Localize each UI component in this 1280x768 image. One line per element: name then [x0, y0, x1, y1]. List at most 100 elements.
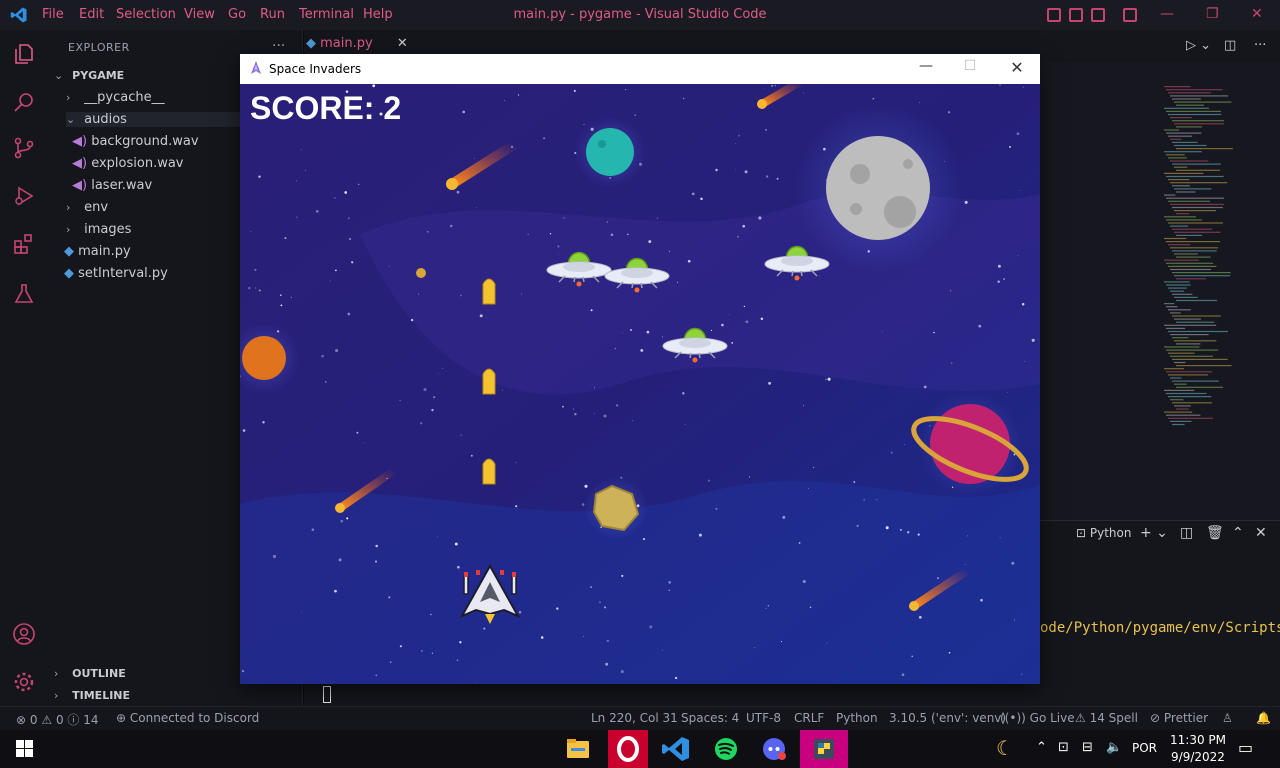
terminal-shell-selector[interactable]: ⊡ Python [1076, 526, 1132, 540]
tree-item-background-wav[interactable]: ◀) background.wav [72, 134, 199, 149]
tree-item-label: __pycache__ [84, 90, 165, 105]
star [420, 422, 423, 425]
star [749, 476, 751, 478]
network-icon[interactable]: ⊡ [1058, 740, 1069, 755]
star [1017, 254, 1019, 256]
star [610, 233, 614, 237]
kill-terminal-icon[interactable]: 🗑 [1206, 525, 1224, 541]
minimap-line [1164, 389, 1195, 391]
game-canvas[interactable] [240, 84, 1040, 684]
tree-item-setinterval-py[interactable]: ◆ setInterval.py [64, 266, 168, 281]
vscode-close-icon[interactable]: ✕ [1251, 6, 1263, 22]
run-debug-icon[interactable] [12, 184, 36, 208]
timeline-section[interactable]: › TIMELINE [54, 688, 130, 703]
keyboard-language[interactable]: POR [1132, 741, 1157, 755]
close-panel-icon[interactable]: ✕ [1255, 525, 1267, 541]
discord-status[interactable]: ⊕ Connected to Discord [116, 711, 259, 725]
vscode-minimize-icon[interactable]: — [1160, 6, 1174, 22]
star [311, 528, 315, 531]
project-folder[interactable]: ⌄ PYGAME [54, 68, 124, 83]
star [715, 168, 718, 172]
spotify-icon[interactable] [706, 730, 746, 768]
extensions-icon[interactable] [12, 232, 36, 256]
run-file-icon[interactable]: ▷ ⌄ [1186, 38, 1211, 53]
maximize-panel-icon[interactable]: ⌃ [1232, 525, 1244, 541]
python-file-icon: ◆ [64, 244, 74, 259]
tree-item-explosion-wav[interactable]: ◀) explosion.wav [72, 156, 184, 171]
spell-label: 14 Spell [1089, 711, 1138, 725]
tray-arrow-icon[interactable]: ⌃ [1036, 740, 1047, 755]
split-terminal-icon[interactable]: ◫ [1180, 525, 1193, 541]
notifications-bell-icon[interactable]: 🔔 [1256, 711, 1271, 725]
volume-icon[interactable]: 🔈 [1106, 740, 1122, 755]
minimap-line [1168, 352, 1195, 354]
pygame-close-button[interactable]: ✕ [994, 58, 1040, 80]
split-editor-icon[interactable]: ◫ [1224, 38, 1236, 53]
star [348, 237, 352, 241]
prettier-status[interactable]: ⊘ Prettier [1150, 711, 1208, 725]
tree-item-env[interactable]: › env [66, 200, 108, 215]
star [776, 177, 779, 180]
minimap-line [1170, 138, 1182, 140]
wifi-icon[interactable]: ⊟ [1082, 740, 1093, 755]
new-terminal-icon[interactable]: + ⌄ [1140, 525, 1168, 541]
spell-checker[interactable]: ⚠ 14 Spell [1075, 711, 1138, 725]
python-interpreter[interactable]: 3.10.5 ('env': venv) [889, 711, 1006, 725]
minimap-line [1174, 405, 1191, 407]
night-light-icon[interactable]: ☾ [996, 736, 1014, 760]
star [517, 94, 520, 96]
problems-indicator[interactable]: ⊗ 0 ⚠ 0 ⓘ 14 [16, 711, 99, 728]
opera-gx-icon[interactable] [608, 730, 648, 768]
tree-item-label: explosion.wav [91, 156, 184, 171]
windows-start-icon[interactable] [16, 740, 33, 757]
python-taskbar-icon[interactable] [800, 730, 848, 768]
more-actions-icon[interactable]: ··· [272, 38, 285, 54]
tree-item-images[interactable]: › images [66, 222, 131, 237]
minimap-line [1164, 216, 1196, 218]
minimap-line [1170, 95, 1229, 97]
toggle-secondary-sidebar-icon[interactable] [1091, 8, 1105, 22]
close-tab-icon[interactable]: ✕ [397, 36, 408, 51]
pygame-minimize-button[interactable]: — [903, 58, 949, 80]
explorer-icon[interactable] [12, 42, 36, 66]
outline-section[interactable]: › OUTLINE [54, 666, 126, 681]
tree-item-pycache[interactable]: › __pycache__ [66, 90, 165, 105]
chevron-right-icon: › [66, 91, 71, 104]
tree-item-main-py[interactable]: ◆ main.py [64, 244, 131, 259]
star [431, 408, 434, 412]
star [738, 134, 741, 137]
minimap[interactable] [1160, 86, 1278, 436]
clock-time[interactable]: 11:30 PM [1168, 733, 1228, 747]
toggle-sidebar-icon[interactable] [1047, 8, 1061, 22]
settings-gear-icon[interactable] [12, 670, 36, 694]
editor-more-icon[interactable]: ··· [1254, 38, 1266, 53]
notification-center-icon[interactable]: ▭ [1238, 738, 1253, 757]
vscode-restore-icon[interactable]: ❐ [1206, 6, 1219, 22]
customize-layout-icon[interactable] [1123, 8, 1137, 22]
testing-flask-icon[interactable] [12, 282, 36, 306]
tab-label: main.py [320, 36, 373, 51]
indentation[interactable]: Spaces: 4 [681, 711, 739, 725]
globe-icon: ⊕ [116, 711, 127, 725]
minimap-line [1170, 268, 1211, 271]
encoding[interactable]: UTF-8 [746, 711, 781, 725]
line-endings[interactable]: CRLF [794, 711, 824, 725]
toggle-panel-icon[interactable] [1069, 8, 1083, 22]
language-mode[interactable]: Python [836, 711, 878, 725]
tree-item-laser-wav[interactable]: ◀) laser.wav [72, 178, 152, 193]
search-icon[interactable] [12, 90, 36, 114]
star [980, 598, 983, 602]
file-explorer-icon[interactable] [558, 730, 598, 768]
discord-icon[interactable] [754, 730, 794, 768]
cursor-position[interactable]: Ln 220, Col 31 [591, 711, 678, 725]
accounts-icon[interactable] [12, 622, 36, 646]
clock-date[interactable]: 9/9/2022 [1168, 750, 1228, 764]
feedback-icon[interactable]: ♙ [1222, 711, 1233, 725]
star [324, 381, 327, 383]
vscode-taskbar-icon[interactable] [656, 730, 696, 768]
pygame-maximize-button[interactable]: ☐ [947, 58, 993, 80]
star [315, 210, 319, 213]
source-control-icon[interactable] [12, 136, 36, 160]
star [527, 233, 529, 236]
go-live-button[interactable]: ((•)) Go Live [1000, 711, 1075, 725]
